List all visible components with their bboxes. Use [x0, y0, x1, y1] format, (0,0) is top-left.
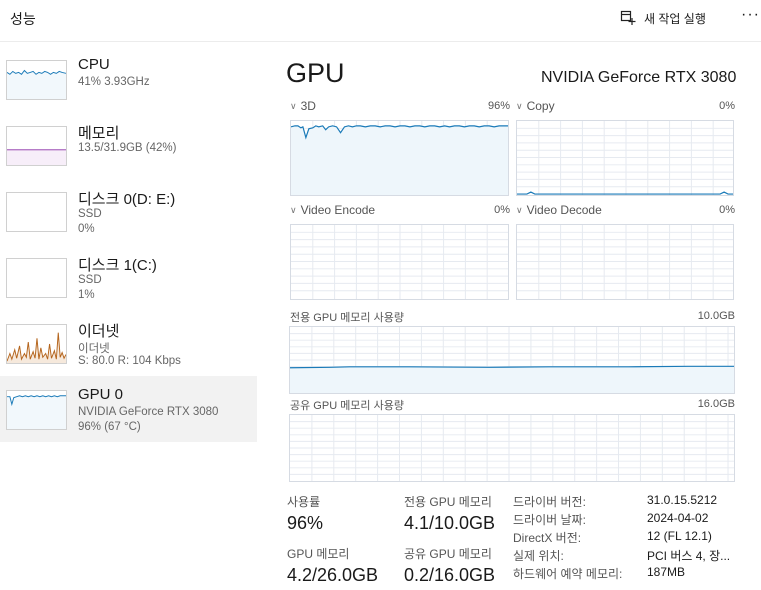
shared-memory-graph-label: 공유 GPU 메모리 사용량 [290, 400, 404, 412]
utilization-value: 96% [287, 513, 324, 533]
engine-value: 0% [719, 204, 735, 216]
device-model-name: NVIDIA GeForce RTX 3080 [541, 69, 737, 86]
engine-value: 0% [494, 204, 510, 216]
shared-memory-graph-max: 16.0GB [697, 398, 735, 410]
sidebar-item-memory[interactable]: 메모리 13.5/31.9GB (42%) [0, 112, 257, 178]
hardware-reserved-memory-value: 187MB [647, 565, 686, 579]
sidebar-item-detail: 0% [78, 223, 95, 235]
sidebar-item-name: 메모리 [78, 125, 120, 142]
page-title: 성능 [10, 11, 36, 27]
new-task-button[interactable]: 새 작업 실행 [620, 8, 706, 28]
dedicated-memory-graph-max: 10.0GB [697, 310, 735, 322]
sidebar-item-detail: S: 80.0 R: 104 Kbps [78, 355, 181, 367]
sidebar-item-type: SSD [78, 274, 102, 286]
memory-thumbnail-graph [6, 126, 67, 166]
gpu-thumbnail-graph [6, 390, 67, 430]
engine-label: Copy [526, 99, 555, 113]
dedicated-memory-value: 4.1/10.0GB [404, 513, 496, 533]
driver-version-value: 31.0.15.5212 [647, 493, 718, 507]
physical-location-value: PCI 버스 4, 장... [647, 549, 731, 563]
shared-memory-label: 공유 GPU 메모리 [404, 547, 492, 561]
sidebar-item-detail: 41% 3.93GHz [78, 76, 150, 88]
dedicated-memory-graph-label: 전용 GPU 메모리 사용량 [290, 312, 404, 324]
sidebar-item-ethernet[interactable]: 이더넷 이더넷 S: 80.0 R: 104 Kbps [0, 310, 257, 376]
sidebar-item-disk-0[interactable]: 디스크 0(D: E:) SSD 0% [0, 178, 257, 244]
sidebar-item-detail: 1% [78, 289, 95, 301]
disk-0-thumbnail-graph [6, 192, 67, 232]
sidebar: CPU 41% 3.93GHz 메모리 13.5/31.9GB (42%) 디스… [0, 46, 257, 442]
dedicated-memory-label: 전용 GPU 메모리 [404, 495, 492, 509]
sidebar-item-gpu-0[interactable]: GPU 0 NVIDIA GeForce RTX 3080 96% (67 °C… [0, 376, 257, 442]
driver-date-label: 드라이버 날짜: [513, 513, 586, 527]
engine-selector-video-encode[interactable]: ∨ Video Encode [290, 203, 375, 217]
sidebar-item-detail: 13.5/31.9GB (42%) [78, 142, 177, 154]
engine-selector-3d[interactable]: ∨ 3D [290, 99, 316, 113]
driver-version-label: 드라이버 버전: [513, 495, 586, 509]
engine-value: 0% [719, 100, 735, 112]
sidebar-item-name: 디스크 0(D: E:) [78, 191, 176, 208]
chevron-down-icon: ∨ [516, 100, 523, 111]
sidebar-item-type: SSD [78, 208, 102, 220]
chevron-down-icon: ∨ [516, 204, 523, 215]
device-type-title: GPU [286, 58, 345, 88]
hardware-reserved-memory-label: 하드웨어 예약 메모리: [513, 567, 623, 581]
sidebar-item-type: NVIDIA GeForce RTX 3080 [78, 406, 219, 418]
engine-video-encode-graph [290, 224, 509, 300]
sidebar-item-disk-1[interactable]: 디스크 1(C:) SSD 1% [0, 244, 257, 310]
sidebar-item-detail: 96% (67 °C) [78, 421, 141, 433]
new-task-label: 새 작업 실행 [644, 11, 706, 26]
engine-value: 96% [487, 100, 510, 112]
sidebar-item-name: 이더넷 [78, 323, 120, 340]
engine-selector-copy[interactable]: ∨ Copy [516, 99, 555, 113]
engine-video-decode-graph [516, 224, 734, 300]
sidebar-item-name: CPU [78, 56, 110, 73]
disk-1-thumbnail-graph [6, 258, 67, 298]
engine-label: Video Decode [526, 203, 602, 217]
directx-version-value: 12 (FL 12.1) [647, 529, 712, 543]
driver-date-value: 2024-04-02 [647, 511, 709, 525]
shared-memory-graph [289, 414, 735, 482]
chevron-down-icon: ∨ [290, 100, 297, 111]
utilization-label: 사용률 [287, 495, 321, 509]
chevron-down-icon: ∨ [290, 204, 297, 215]
sidebar-item-name: GPU 0 [78, 386, 124, 403]
dedicated-memory-graph [289, 326, 735, 394]
ethernet-thumbnail-graph [6, 324, 67, 364]
shared-memory-value: 0.2/16.0GB [404, 565, 496, 585]
cpu-thumbnail-graph [6, 60, 67, 100]
gpu-memory-label: GPU 메모리 [287, 547, 350, 561]
physical-location-label: 실제 위치: [513, 549, 564, 563]
engine-selector-video-decode[interactable]: ∨ Video Decode [516, 203, 602, 217]
engine-label: Video Encode [300, 203, 376, 217]
sidebar-item-cpu[interactable]: CPU 41% 3.93GHz [0, 46, 257, 112]
sidebar-item-type: 이더넷 [78, 343, 110, 355]
gpu-memory-value: 4.2/26.0GB [287, 565, 379, 585]
engine-copy-graph [516, 120, 734, 196]
engine-3d-graph [290, 120, 509, 196]
directx-version-label: DirectX 버전: [513, 531, 582, 545]
more-options-button[interactable]: ··· [741, 6, 760, 24]
header: 성능 새 작업 실행 ··· [0, 0, 761, 42]
new-task-icon [620, 10, 636, 25]
sidebar-item-name: 디스크 1(C:) [78, 257, 157, 274]
engine-label: 3D [300, 99, 316, 113]
